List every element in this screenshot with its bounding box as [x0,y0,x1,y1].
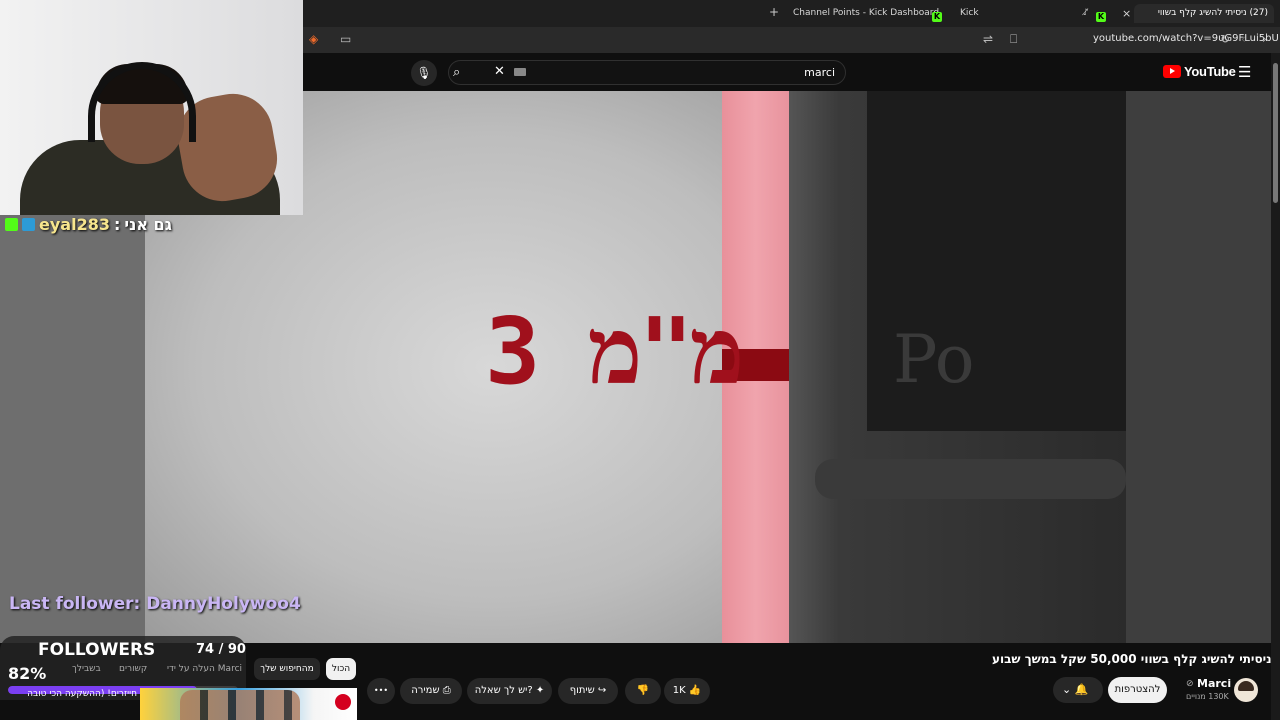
video-shelf [815,459,1126,499]
ask-label: יש לך שאלה? [474,685,533,696]
reload-icon[interactable]: ↻ [1220,32,1230,46]
forward-icon[interactable]: › [1262,32,1267,46]
like-button[interactable]: 1K 👍 [664,678,710,704]
sparkle-icon: ✦ [535,685,545,696]
scrollbar-thumb[interactable] [1273,63,1278,203]
tab-kick-dashboard[interactable]: Channel Points - Kick Dashboard [793,4,939,23]
chat-username: eyal283 [39,215,110,234]
sub-badge-icon [22,218,35,231]
thumbs-up-icon: 👍 [688,685,702,696]
close-tab-icon[interactable]: × [1122,4,1131,23]
dislike-button[interactable]: 👎 [625,678,661,704]
left-background [0,215,145,643]
chip-all[interactable]: הכול [326,658,356,680]
followers-percent: 82% [8,664,47,683]
channel-name[interactable]: Marci [1197,677,1231,690]
search-query: marci [804,66,835,79]
last-follower-label: Last follower: DannyHolywoo4 [9,594,301,614]
search-input[interactable]: marci [448,60,846,85]
chat-message: eyal283 : גם אני [5,215,172,234]
url-text[interactable]: youtube.com/watch?v=9uG9FLui5bU [1093,33,1279,44]
thumbs-down-icon: 👎 [636,685,650,696]
thumbnail-faces [180,690,300,720]
share-arrow-icon: ↪ [597,685,607,696]
kick-logo-icon: K [932,12,942,22]
recommended-thumbnail[interactable] [140,688,357,720]
youtube-play-icon [1163,65,1181,78]
followers-title: FOLLOWERS [38,640,156,660]
hamburger-menu-icon[interactable]: ☰ [1238,63,1251,81]
verified-icon: ⊘ [1186,679,1194,689]
video-side-pad [1126,91,1271,643]
address-bar: ◈ ▭ youtube.com/watch?v=9uG9FLui5bU ⇌ ⎕ … [303,27,1280,53]
clear-search-icon[interactable]: ✕ [494,64,505,79]
ask-button[interactable]: יש לך שאלה? ✦ [467,678,552,704]
chip-from-search[interactable]: מהחיפוש שלך [254,658,320,680]
kick-badge-icon [5,218,18,231]
video-player[interactable]: Po 3 מ"מ [145,91,1271,643]
notification-bell-button[interactable]: ⌄ 🔔 [1053,677,1103,703]
followers-count: 74 / 90 [196,642,246,657]
chat-separator: : [113,215,121,234]
like-count: 1K [672,685,686,696]
kick-logo-icon-2: K [1096,12,1106,22]
mic-icon[interactable]: 🎙 [411,60,437,86]
rec-meta-for-you[interactable]: בשבילך [72,664,101,674]
screen-icon[interactable]: ▭ [340,32,351,46]
rec-meta-uploader[interactable]: העלה על ידי Marci [167,664,242,674]
screen: + Channel Points - Kick Dashboard K Kick… [0,0,1280,720]
subscribe-button[interactable]: להצטרפות [1108,677,1167,703]
streamer-webcam [0,0,303,215]
more-actions-button[interactable]: ••• [367,678,395,704]
channel-avatar[interactable] [1234,678,1258,702]
tab-kick[interactable]: Kick [960,4,979,23]
video-title: ניסיתי להשיג קלף בשווי 50,000 שקל במשך ש… [992,652,1272,666]
share-button[interactable]: שיתוף ↪ [558,678,618,704]
back-icon[interactable]: ‹ [1241,32,1246,46]
search-icon[interactable]: ⌕ [453,65,460,80]
bookmark-save-icon: ⎙ [442,685,451,696]
keyboard-icon[interactable] [514,68,526,76]
save-label: שמירה [411,685,440,696]
japan-flag-icon [335,694,351,710]
subscriber-count: 130K מנויים [1186,692,1229,701]
bookmark-icon[interactable]: ⎕ [1010,32,1017,47]
rec-meta-related[interactable]: קשורים [119,664,147,674]
new-tab-button[interactable]: + [769,5,779,19]
youtube-wordmark: YouTube [1184,64,1236,79]
save-button[interactable]: שמירה ⎙ [400,678,462,704]
bell-icon: 🔔 [1074,683,1089,696]
site-settings-icon[interactable]: ⇌ [983,32,993,46]
youtube-logo[interactable]: YouTube [1163,64,1236,79]
recommended-title[interactable]: חייזרים! (ההשקעה הכי טובה [4,688,137,701]
mute-icon[interactable]: ♪̸ [1083,4,1089,23]
chat-text: גם אני [124,215,172,234]
youtube-header: 🎙 marci ⌕ ✕ YouTube ☰ [303,53,1280,91]
video-caption: 3 מ"מ [485,298,744,405]
share-label: שיתוף [569,685,595,696]
brave-shield-icon[interactable]: ◈ [309,32,318,46]
video-background-text: Po [893,321,975,398]
page-scrollbar[interactable] [1271,53,1280,720]
tab-youtube-video[interactable]: (27) ניסיתי להשיג קלף בשווי [1134,4,1274,23]
chevron-down-icon: ⌄ [1062,683,1072,696]
